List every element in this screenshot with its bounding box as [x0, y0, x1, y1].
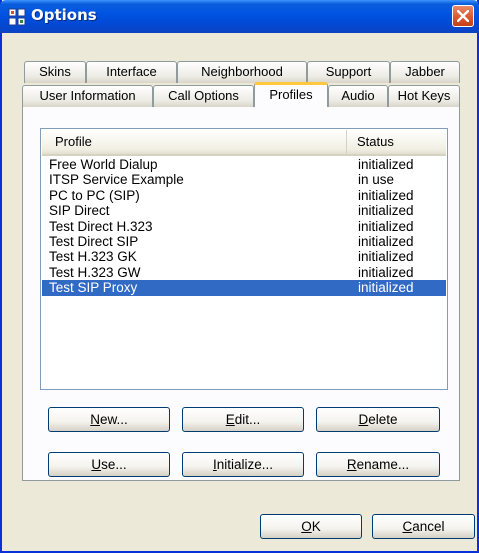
- tab-support[interactable]: Support: [307, 61, 390, 83]
- profile-status: initialized: [358, 264, 414, 280]
- profile-status: initialized: [358, 203, 414, 219]
- tab-skins[interactable]: Skins: [24, 61, 86, 83]
- list-header: Profile Status: [42, 130, 446, 156]
- initialize-button[interactable]: Initialize...: [182, 452, 304, 477]
- profile-name: Test H.323 GK: [49, 249, 137, 265]
- options-dialog: Options Skins Interface Neighborhood Sup…: [0, 0, 479, 553]
- edit-label: dit...: [234, 412, 261, 427]
- list-row[interactable]: Test H.323 GW initialized: [42, 265, 446, 280]
- initialize-label: nitialize...: [216, 457, 274, 472]
- new-button[interactable]: New...: [48, 407, 170, 432]
- list-row[interactable]: SIP Direct initialized: [42, 203, 446, 218]
- list-rows: Free World Dialup initialized ITSP Servic…: [42, 157, 446, 296]
- list-row[interactable]: ITSP Service Example in use: [42, 172, 446, 187]
- profile-status: initialized: [358, 218, 414, 234]
- profile-status: initialized: [358, 187, 414, 203]
- profiles-list[interactable]: Profile Status Free World Dialup initiali…: [40, 128, 448, 390]
- edit-button[interactable]: Edit...: [182, 407, 304, 432]
- delete-label: elete: [368, 412, 398, 427]
- cancel-mnemonic: C: [402, 519, 413, 534]
- delete-button[interactable]: Delete: [316, 407, 440, 432]
- new-mnemonic: N: [90, 412, 100, 427]
- list-row[interactable]: Free World Dialup initialized: [42, 157, 446, 172]
- use-label: se...: [101, 457, 127, 472]
- profile-name: Test H.323 GW: [49, 264, 141, 280]
- close-button[interactable]: [452, 5, 474, 27]
- tab-hot-keys[interactable]: Hot Keys: [388, 85, 460, 107]
- tab-profiles[interactable]: Profiles: [254, 82, 328, 107]
- new-label: ew...: [99, 412, 128, 427]
- window-title: Options: [31, 6, 97, 24]
- cancel-button[interactable]: Cancel: [372, 514, 475, 539]
- rename-button[interactable]: Rename...: [316, 452, 440, 477]
- profile-status: initialized: [358, 233, 414, 249]
- profile-name: Test SIP Proxy: [49, 280, 138, 296]
- list-row-selected[interactable]: Test SIP Proxy initialized: [42, 280, 446, 296]
- close-icon: [457, 10, 469, 22]
- use-button[interactable]: Use...: [48, 452, 170, 477]
- column-header-status[interactable]: Status: [347, 130, 446, 154]
- use-mnemonic: U: [91, 457, 102, 472]
- tab-interface[interactable]: Interface: [86, 61, 177, 83]
- edit-mnemonic: E: [225, 412, 235, 427]
- rename-mnemonic: R: [346, 457, 357, 472]
- options-app-icon: [8, 8, 26, 26]
- profile-name: SIP Direct: [49, 203, 110, 219]
- profile-name: Test Direct SIP: [49, 233, 139, 249]
- list-row[interactable]: Test Direct SIP initialized: [42, 234, 446, 249]
- tab-user-information[interactable]: User Information: [22, 85, 153, 107]
- profile-status: initialized: [358, 280, 414, 296]
- tab-audio[interactable]: Audio: [328, 85, 388, 107]
- ok-button[interactable]: OK: [260, 514, 362, 539]
- profile-name: Free World Dialup: [49, 157, 158, 172]
- tab-call-options[interactable]: Call Options: [153, 85, 254, 107]
- rename-label: ename...: [356, 457, 410, 472]
- profile-status: initialized: [358, 249, 414, 265]
- profile-status: initialized: [358, 157, 414, 172]
- tab-jabber[interactable]: Jabber: [390, 61, 460, 83]
- profile-name: Test Direct H.323: [49, 218, 153, 234]
- profile-name: ITSP Service Example: [49, 172, 184, 188]
- column-header-profile[interactable]: Profile: [42, 130, 347, 154]
- list-row[interactable]: Test Direct H.323 initialized: [42, 219, 446, 234]
- ok-label: K: [311, 519, 321, 534]
- cancel-label: ancel: [412, 519, 445, 534]
- delete-mnemonic: D: [358, 412, 369, 427]
- ok-mnemonic: O: [301, 519, 312, 534]
- list-row[interactable]: PC to PC (SIP) initialized: [42, 188, 446, 203]
- list-row[interactable]: Test H.323 GK initialized: [42, 249, 446, 264]
- profile-name: PC to PC (SIP): [49, 187, 140, 203]
- tab-neighborhood[interactable]: Neighborhood: [177, 61, 307, 83]
- profile-status: in use: [358, 172, 395, 188]
- title-bar[interactable]: Options: [0, 0, 479, 33]
